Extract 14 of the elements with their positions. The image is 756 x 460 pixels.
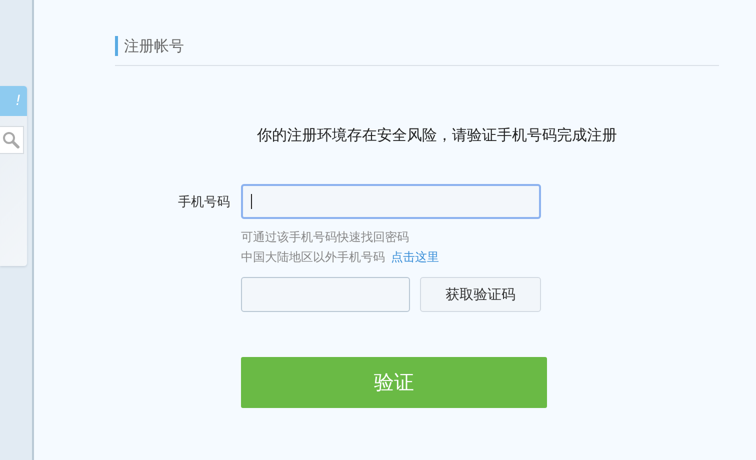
- search-field[interactable]: [0, 126, 24, 154]
- click-here-link[interactable]: 点击这里: [391, 250, 439, 264]
- get-code-button[interactable]: 获取验证码: [420, 277, 541, 312]
- field-label: 手机号码: [177, 194, 230, 210]
- hint-text: 可通过该手机号码快速找回密码: [241, 229, 410, 246]
- verify-button[interactable]: 验证: [241, 357, 547, 408]
- search-icon: [2, 131, 20, 149]
- section-title: 注册帐号: [115, 36, 719, 56]
- code-input[interactable]: [241, 277, 410, 312]
- text-caret: [251, 194, 252, 209]
- hint-text: 中国大陆地区以外手机号码: [241, 250, 385, 264]
- phone-input[interactable]: [241, 184, 541, 219]
- security-notice: 你的注册环境存在安全风险，请验证手机号码完成注册: [256, 126, 618, 145]
- card-header: !: [0, 86, 27, 116]
